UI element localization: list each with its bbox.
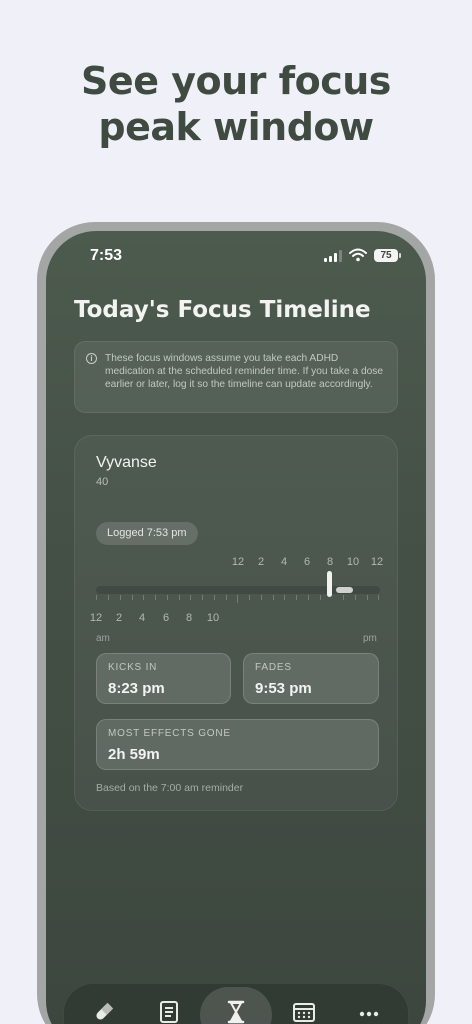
lower-tick-label: 8 <box>185 612 193 624</box>
battery-indicator: 75 <box>374 249 398 262</box>
timeline-tick <box>96 595 97 600</box>
tab-timeline[interactable] <box>218 994 254 1024</box>
status-time: 7:53 <box>90 247 123 264</box>
timeline-tick <box>120 595 121 600</box>
cellular-signal-icon <box>324 250 344 262</box>
timeline-tick <box>355 595 356 600</box>
effects-gone-stat: MOST EFFECTS GONE 2h 59m <box>96 719 379 770</box>
lower-tick-label: 6 <box>162 612 170 624</box>
more-icon <box>359 1011 379 1017</box>
tab-more[interactable] <box>351 994 387 1024</box>
tab-bar <box>63 983 409 1024</box>
lower-tick-label: 4 <box>138 612 146 624</box>
fades-value: 9:53 pm <box>255 680 312 697</box>
timeline-tick <box>132 595 133 600</box>
timeline-tick <box>167 595 168 600</box>
headline-line-1: See your focus <box>81 59 391 103</box>
timeline-tick <box>296 595 297 600</box>
lower-tick-label: 12 <box>89 612 103 624</box>
timeline-tick <box>284 595 285 600</box>
timeline-tick <box>249 595 250 600</box>
info-note-box: i These focus windows assume you take ea… <box>74 341 398 413</box>
timeline-tick <box>108 595 109 600</box>
info-circle-icon: i <box>86 353 97 364</box>
effects-gone-label: MOST EFFECTS GONE <box>108 728 231 739</box>
upper-tick-label: 10 <box>346 556 360 568</box>
kicks-in-value: 8:23 pm <box>108 680 165 697</box>
medication-name: Vyvanse <box>96 454 157 471</box>
timeline-tick <box>343 595 344 600</box>
battery-nub <box>399 253 401 258</box>
timeline-tick <box>179 595 180 600</box>
upper-tick-label: 12 <box>370 556 384 568</box>
medication-card[interactable]: Vyvanse 40 Logged 7:53 pm 12 2 4 6 8 10 … <box>74 435 398 811</box>
notes-icon <box>160 1001 178 1023</box>
timeline-tick <box>214 595 215 600</box>
lower-tick-label: 2 <box>115 612 123 624</box>
kicks-in-label: KICKS IN <box>108 662 158 673</box>
page-title: Today's Focus Timeline <box>74 297 371 323</box>
fades-stat: FADES 9:53 pm <box>243 653 379 704</box>
timeline-tick <box>155 595 156 600</box>
pm-label: pm <box>363 633 377 644</box>
upper-tick-label: 6 <box>303 556 311 568</box>
timeline-tick <box>378 595 379 600</box>
am-label: am <box>96 633 110 644</box>
lower-tick-label: 10 <box>206 612 220 624</box>
fades-label: FADES <box>255 662 292 673</box>
logged-time-chip[interactable]: Logged 7:53 pm <box>96 522 198 545</box>
reminder-footnote: Based on the 7:00 am reminder <box>96 782 244 794</box>
timeline-tick <box>190 595 191 600</box>
hourglass-icon <box>227 1000 245 1024</box>
promo-headline: See your focus peak window <box>0 58 472 150</box>
timeline-tick <box>261 595 262 600</box>
timeline-tick <box>226 595 227 600</box>
timeline-tick <box>273 595 274 600</box>
tab-calendar[interactable] <box>286 994 322 1024</box>
upper-tick-label: 12 <box>231 556 245 568</box>
upper-tick-label: 8 <box>326 556 334 568</box>
timeline-tick <box>367 595 368 600</box>
phone-screen: 7:53 75 Today's Focus Timeline i These f… <box>46 231 426 1024</box>
upper-tick-label: 2 <box>257 556 265 568</box>
current-time-marker[interactable] <box>327 571 332 597</box>
info-note-text: These focus windows assume you take each… <box>105 353 384 390</box>
headline-line-2: peak window <box>98 105 374 149</box>
kicks-in-stat: KICKS IN 8:23 pm <box>96 653 231 704</box>
calendar-icon <box>293 1003 315 1022</box>
timeline-tick <box>308 595 309 600</box>
medication-dose: 40 <box>96 476 109 488</box>
timeline-tick-noon <box>237 595 238 603</box>
upper-tick-label: 4 <box>280 556 288 568</box>
timeline-tick <box>143 595 144 600</box>
effects-gone-value: 2h 59m <box>108 746 160 763</box>
tab-notes[interactable] <box>151 994 187 1024</box>
timeline-tick <box>320 595 321 600</box>
pill-icon <box>96 1002 114 1020</box>
tab-medications[interactable] <box>86 994 122 1024</box>
wifi-icon <box>349 248 367 262</box>
focus-window-bar <box>336 587 353 593</box>
timeline-tick <box>202 595 203 600</box>
